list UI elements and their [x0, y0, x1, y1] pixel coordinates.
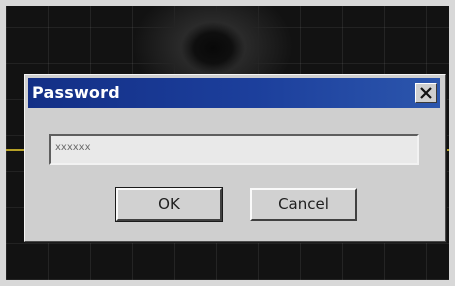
ok-button[interactable]: OK: [116, 188, 222, 221]
close-button[interactable]: [415, 83, 437, 103]
password-dialog: Password xxxxxx OK Cancel: [24, 74, 446, 242]
close-icon: [420, 87, 432, 99]
password-input[interactable]: xxxxxx: [49, 134, 419, 165]
dialog-title: Password: [32, 83, 120, 102]
dialog-titlebar[interactable]: Password: [28, 78, 440, 108]
password-value: xxxxxx: [55, 142, 91, 153]
cancel-button[interactable]: Cancel: [250, 188, 357, 221]
